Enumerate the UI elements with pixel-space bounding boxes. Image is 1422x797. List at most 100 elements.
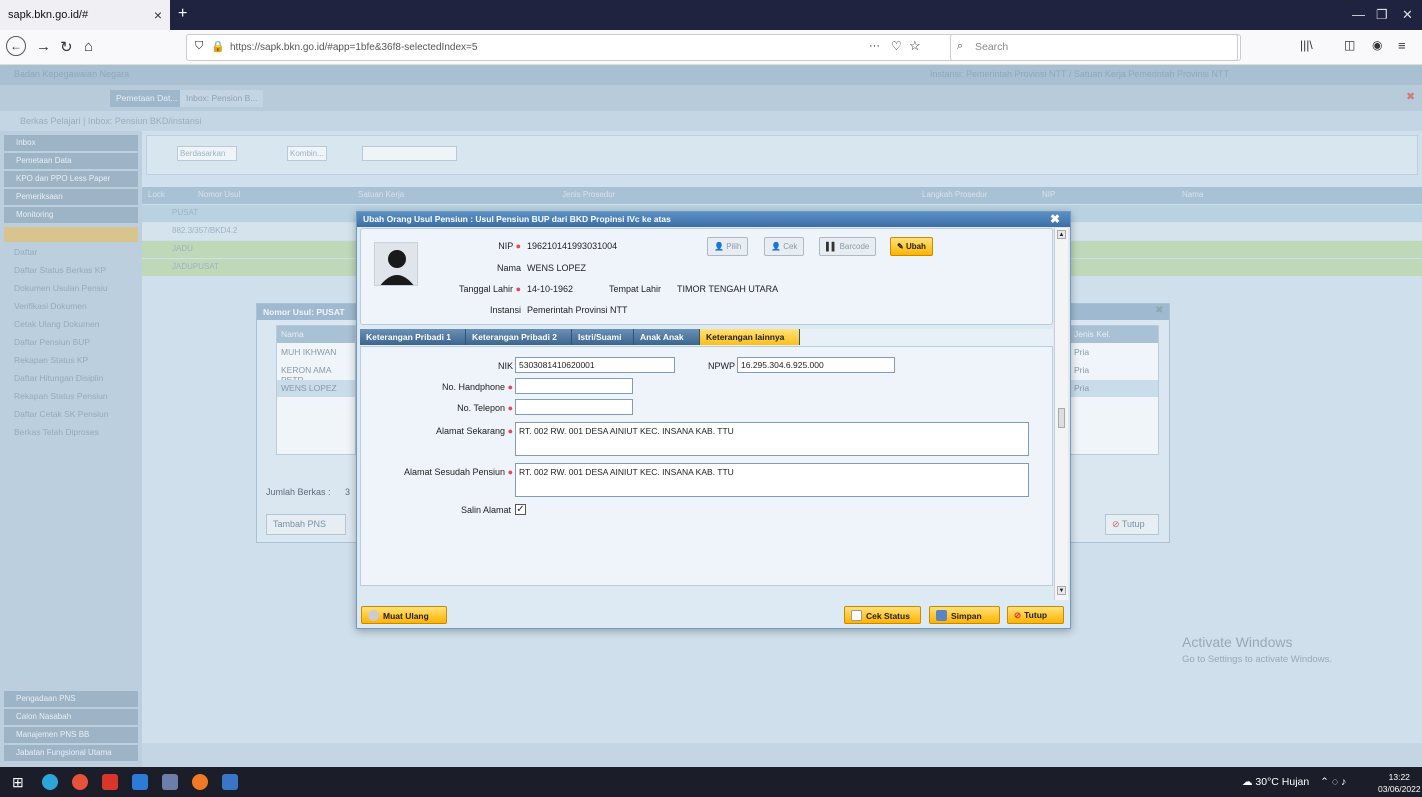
system-tray: ☁ 30°C Hujan ⌃ ◌ ♪	[1242, 776, 1346, 788]
sidebar-item-rekap-pensiun[interactable]: Rekapan Status Pensiun	[4, 389, 138, 404]
chrome-icon[interactable]	[72, 774, 88, 790]
sidebar-item-daftar[interactable]: Daftar	[4, 245, 138, 260]
sidebar-head-kpo[interactable]: KPO dan PPO Less Paper	[4, 171, 138, 187]
barcode-button[interactable]: ▌▌ Barcode	[819, 237, 877, 256]
forward-icon[interactable]: →	[36, 38, 51, 55]
weather-text[interactable]: 30°C Hujan	[1255, 776, 1309, 788]
tutup-inner-button[interactable]: ⊘ Tutup	[1105, 514, 1159, 535]
filter-select[interactable]: Berdasarkan	[177, 146, 237, 161]
telepon-field[interactable]	[515, 399, 633, 415]
sidebar-item-cetak-ulang[interactable]: Cetak Ulang Dokumen	[4, 317, 138, 332]
bookmark-star-icon[interactable]: ☆	[909, 38, 921, 54]
tambah-pns-button[interactable]: Tambah PNS	[266, 514, 346, 535]
sidebar-item-hitungan[interactable]: Daftar Hitungan Disiplin	[4, 371, 138, 386]
close-dialog-icon[interactable]: ✖	[1050, 212, 1060, 226]
save-icon	[936, 610, 947, 621]
pocket-icon[interactable]: ♡	[891, 39, 902, 53]
sidebar-item-rekap-kp[interactable]: Rekapan Status KP	[4, 353, 138, 368]
explorer-icon[interactable]	[162, 774, 178, 790]
nip-label: NIP ●	[461, 241, 521, 251]
search-placeholder: Search	[975, 41, 1009, 53]
sidebar-item-pensiun-bup[interactable]: Daftar Pensiun BUP	[4, 335, 138, 350]
library-icon[interactable]: |||\	[1300, 38, 1313, 52]
sidebar-head-jabatan[interactable]: Jabatan Fungsional Utama	[4, 745, 138, 761]
ubah-button[interactable]: ✎ Ubah	[890, 237, 933, 256]
restore-icon[interactable]: ❐	[1376, 7, 1388, 23]
edge-icon[interactable]	[42, 774, 58, 790]
sidebar-head-inbox[interactable]: Inbox	[4, 135, 138, 151]
dialog-title: Ubah Orang Usul Pensiun : Usul Pensiun B…	[357, 212, 1070, 227]
menu-icon[interactable]: ≡	[1398, 38, 1406, 53]
windows-start-icon[interactable]: ⊞	[12, 774, 24, 791]
filter-input[interactable]	[362, 146, 457, 161]
tab-keterangan-pribadi-1[interactable]: Keterangan Pribadi 1	[360, 329, 466, 345]
sidebar-head-monitoring[interactable]: Monitoring	[4, 207, 138, 223]
tab-istri-suami[interactable]: Istri/Suami	[572, 329, 634, 345]
home-icon[interactable]: ⌂	[84, 38, 93, 55]
sidebar-head-pemeriksaan[interactable]: Pemeriksaan	[4, 189, 138, 205]
clock[interactable]: 13:22 03/06/2022	[1378, 771, 1421, 795]
dialog-footer: Muat Ulang Cek Status Simpan ⊘ Tutup	[357, 602, 1070, 628]
tutup-button[interactable]: ⊘ Tutup	[1007, 606, 1064, 624]
pdf-icon[interactable]	[102, 774, 118, 790]
tab-keterangan-lainnya[interactable]: Keterangan lainnya	[700, 329, 800, 345]
new-tab-button[interactable]: +	[178, 5, 187, 23]
sidebar-head-pengadaan[interactable]: Pengadaan PNS	[4, 691, 138, 707]
page-actions-icon[interactable]: ···	[869, 40, 880, 52]
tab-inbox[interactable]: Inbox: Pension B...	[180, 90, 264, 107]
close-app-tab-icon[interactable]: ✖	[1406, 90, 1415, 103]
tray-icons[interactable]: ⌃ ◌ ♪	[1320, 776, 1346, 788]
search-input[interactable]: ⌕ Search	[950, 34, 1238, 61]
extension-icon[interactable]: ◉	[1372, 38, 1382, 52]
handphone-field[interactable]	[515, 378, 633, 394]
muat-ulang-button[interactable]: Muat Ulang	[361, 606, 447, 624]
close-tab-icon[interactable]: ×	[154, 7, 162, 23]
search-icon: ⌕	[957, 40, 964, 52]
close-window-icon[interactable]: ✕	[1402, 7, 1413, 23]
reload-icon[interactable]: ↻	[60, 38, 73, 56]
sidebar-item-dokumen-usulan[interactable]: Dokumen Usulan Pensiu	[4, 281, 138, 296]
filter-toolbar: Berdasarkan Kombin...	[146, 135, 1418, 175]
salin-alamat-checkbox[interactable]: ✓	[515, 504, 526, 515]
handphone-label-text: No. Handphone	[441, 382, 506, 392]
scroll-down-icon[interactable]: ▼	[1057, 586, 1066, 595]
pilih-button[interactable]: 👤 Pilih	[707, 237, 749, 256]
sidebar-item-diproses[interactable]: Berkas Telah Diproses	[4, 425, 138, 440]
app-icon[interactable]	[132, 774, 148, 790]
scroll-thumb[interactable]	[1058, 408, 1065, 428]
tab-pemetaan[interactable]: Pemetaan Dat...	[110, 90, 184, 107]
sidebar-toggle-icon[interactable]: ◫	[1344, 38, 1355, 52]
jumlah-value: 3	[345, 487, 351, 497]
sidebar-head-manajemen[interactable]: Manajemen PNS BB	[4, 727, 138, 743]
sidebar-head-pemetaan[interactable]: Pemetaan Data	[4, 153, 138, 169]
sidebar-item-cetak-sk[interactable]: Daftar Cetak SK Pensiun	[4, 407, 138, 422]
sidebar-item-status-kp[interactable]: Daftar Status Berkas KP	[4, 263, 138, 278]
scroll-up-icon[interactable]: ▲	[1057, 230, 1066, 239]
tab-keterangan-pribadi-2[interactable]: Keterangan Pribadi 2	[466, 329, 572, 345]
nik-field[interactable]	[515, 357, 675, 373]
nip-value: 196210141993031004	[527, 241, 618, 251]
pns-col-jenis: Jenis Kel.	[1070, 326, 1158, 343]
list-item[interactable]: WENS LOPEZ	[277, 380, 355, 397]
alamat-sekarang-field[interactable]: RT. 002 RW. 001 DESA AINIUT KEC. INSANA …	[515, 422, 1029, 456]
minimize-icon[interactable]: —	[1352, 7, 1365, 22]
alamat-pensiun-field[interactable]: RT. 002 RW. 001 DESA AINIUT KEC. INSANA …	[515, 463, 1029, 497]
sidebar-head-nasabah[interactable]: Calon Nasabah	[4, 709, 138, 725]
back-icon[interactable]: ←	[6, 36, 26, 56]
cek-button[interactable]: 👤 Cek	[764, 237, 805, 256]
kolom-select[interactable]: Kombin...	[287, 146, 327, 161]
cek-status-button[interactable]: Cek Status	[844, 606, 921, 624]
close-nomor-usul-icon[interactable]: ✖	[1155, 305, 1163, 316]
simpan-button[interactable]: Simpan	[929, 606, 1000, 624]
dialog-scrollbar[interactable]: ▲ ▼	[1054, 228, 1068, 600]
file-manager-icon[interactable]	[222, 774, 238, 790]
browser-tab[interactable]: sapk.bkn.go.id/# ×	[0, 0, 170, 30]
tab-anak-anak[interactable]: Anak Anak	[634, 329, 700, 345]
sidebar-item-selected[interactable]	[4, 227, 138, 242]
npwp-field[interactable]	[737, 357, 895, 373]
list-item[interactable]: KERON AMA PETR	[277, 362, 355, 385]
instansi-info: Instansi: Pemerintah Provinsi NTT / Satu…	[930, 69, 1229, 79]
list-item[interactable]: MUH IKHWAN	[277, 344, 355, 361]
firefox-icon[interactable]	[192, 774, 208, 790]
sidebar-item-verifikasi[interactable]: Verifikasi Dokumen	[4, 299, 138, 314]
